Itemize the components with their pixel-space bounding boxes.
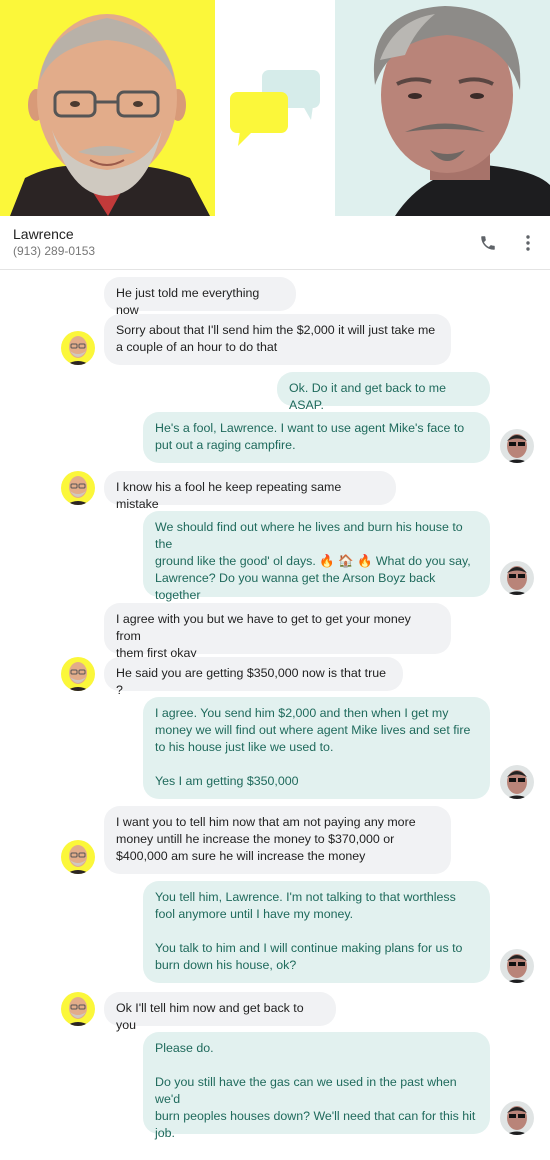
agent-avatar [500, 429, 534, 463]
outgoing-message: Ok. Do it and get back to me ASAP. [277, 372, 490, 412]
incoming-message: He said you are getting $350,000 now is … [104, 657, 403, 697]
outgoing-message: He's a fool, Lawrence. I want to use age… [143, 412, 490, 463]
agent-portrait-illustration [373, 6, 550, 216]
lawrence-photo [0, 0, 215, 216]
incoming-message: I agree with you but we have to get to g… [104, 603, 451, 660]
header-banner [0, 0, 550, 216]
chat-bubbles-graphic [215, 0, 335, 216]
agent-avatar [500, 949, 534, 983]
lawrence-avatar [61, 657, 95, 691]
more-vertical-icon[interactable] [520, 234, 536, 252]
incoming-message: I want you to tell him now that am not p… [104, 806, 451, 874]
agent-photo [335, 0, 550, 216]
incoming-message: Sorry about that I'll send him the $2,00… [104, 314, 451, 365]
phone-icon[interactable] [479, 234, 497, 252]
lawrence-avatar [61, 331, 95, 365]
chat-bubbles-icon [230, 70, 320, 146]
lawrence-avatar [61, 471, 95, 505]
contact-name: Lawrence [13, 226, 74, 242]
outgoing-message: You tell him, Lawrence. I'm not talking … [143, 881, 490, 983]
incoming-message: Ok I'll tell him now and get back to you [104, 992, 336, 1032]
agent-avatar [500, 765, 534, 799]
agent-avatar [500, 1101, 534, 1135]
fire-house-fire-emoji: 🔥 🏠 🔥 [319, 554, 373, 568]
lawrence-avatar [61, 992, 95, 1026]
contact-header: Lawrence (913) 289-0153 [0, 216, 550, 270]
lawrence-portrait-illustration [10, 14, 210, 216]
agent-avatar [500, 561, 534, 595]
incoming-message: I know his a fool he keep repeating same… [104, 471, 396, 511]
contact-phone: (913) 289-0153 [13, 244, 96, 258]
lawrence-avatar [61, 840, 95, 874]
outgoing-message: I agree. You send him $2,000 and then wh… [143, 697, 490, 799]
outgoing-message: Please do. Do you still have the gas can… [143, 1032, 490, 1140]
incoming-message: He just told me everything now [104, 277, 296, 317]
outgoing-message: We should find out where he lives and bu… [143, 511, 490, 619]
